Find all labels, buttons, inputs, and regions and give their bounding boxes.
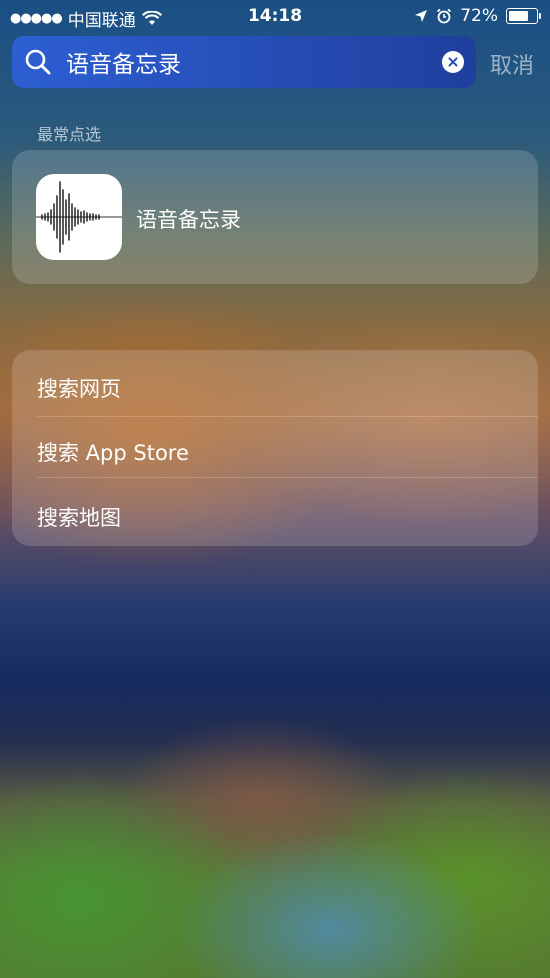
search-web-label: 搜索网页: [37, 377, 121, 401]
top-hit-card[interactable]: 语音备忘录: [12, 150, 538, 284]
voice-memos-app-icon[interactable]: [36, 174, 122, 260]
search-maps-item[interactable]: 搜索地图: [12, 481, 538, 545]
cancel-button[interactable]: 取消: [490, 48, 534, 80]
app-name-label: 语音备忘录: [136, 208, 241, 232]
search-field[interactable]: 语音备忘录: [12, 36, 476, 88]
search-icon: [25, 49, 51, 75]
search-actions-card: 搜索网页 搜索 App Store 搜索地图: [12, 350, 538, 546]
waveform-icon: [36, 181, 122, 253]
search-maps-label: 搜索地图: [37, 506, 121, 530]
status-right: 72%: [414, 6, 541, 26]
search-web-item[interactable]: 搜索网页: [12, 352, 538, 416]
section-title-top-hits: 最常点选: [37, 125, 102, 144]
divider: [37, 477, 538, 478]
battery-fill: [509, 11, 528, 21]
search-app-store-label: 搜索 App Store: [37, 441, 189, 465]
status-bar: ●●●●● 中国联通 14:18 72%: [0, 0, 550, 32]
search-input[interactable]: 语音备忘录: [66, 45, 442, 79]
location-arrow-icon: [415, 10, 428, 22]
battery-icon: [506, 8, 541, 24]
search-app-store-item[interactable]: 搜索 App Store: [12, 416, 538, 480]
battery-percent: 72%: [460, 6, 498, 26]
clear-search-icon[interactable]: [442, 51, 464, 73]
alarm-clock-icon: [437, 8, 452, 24]
